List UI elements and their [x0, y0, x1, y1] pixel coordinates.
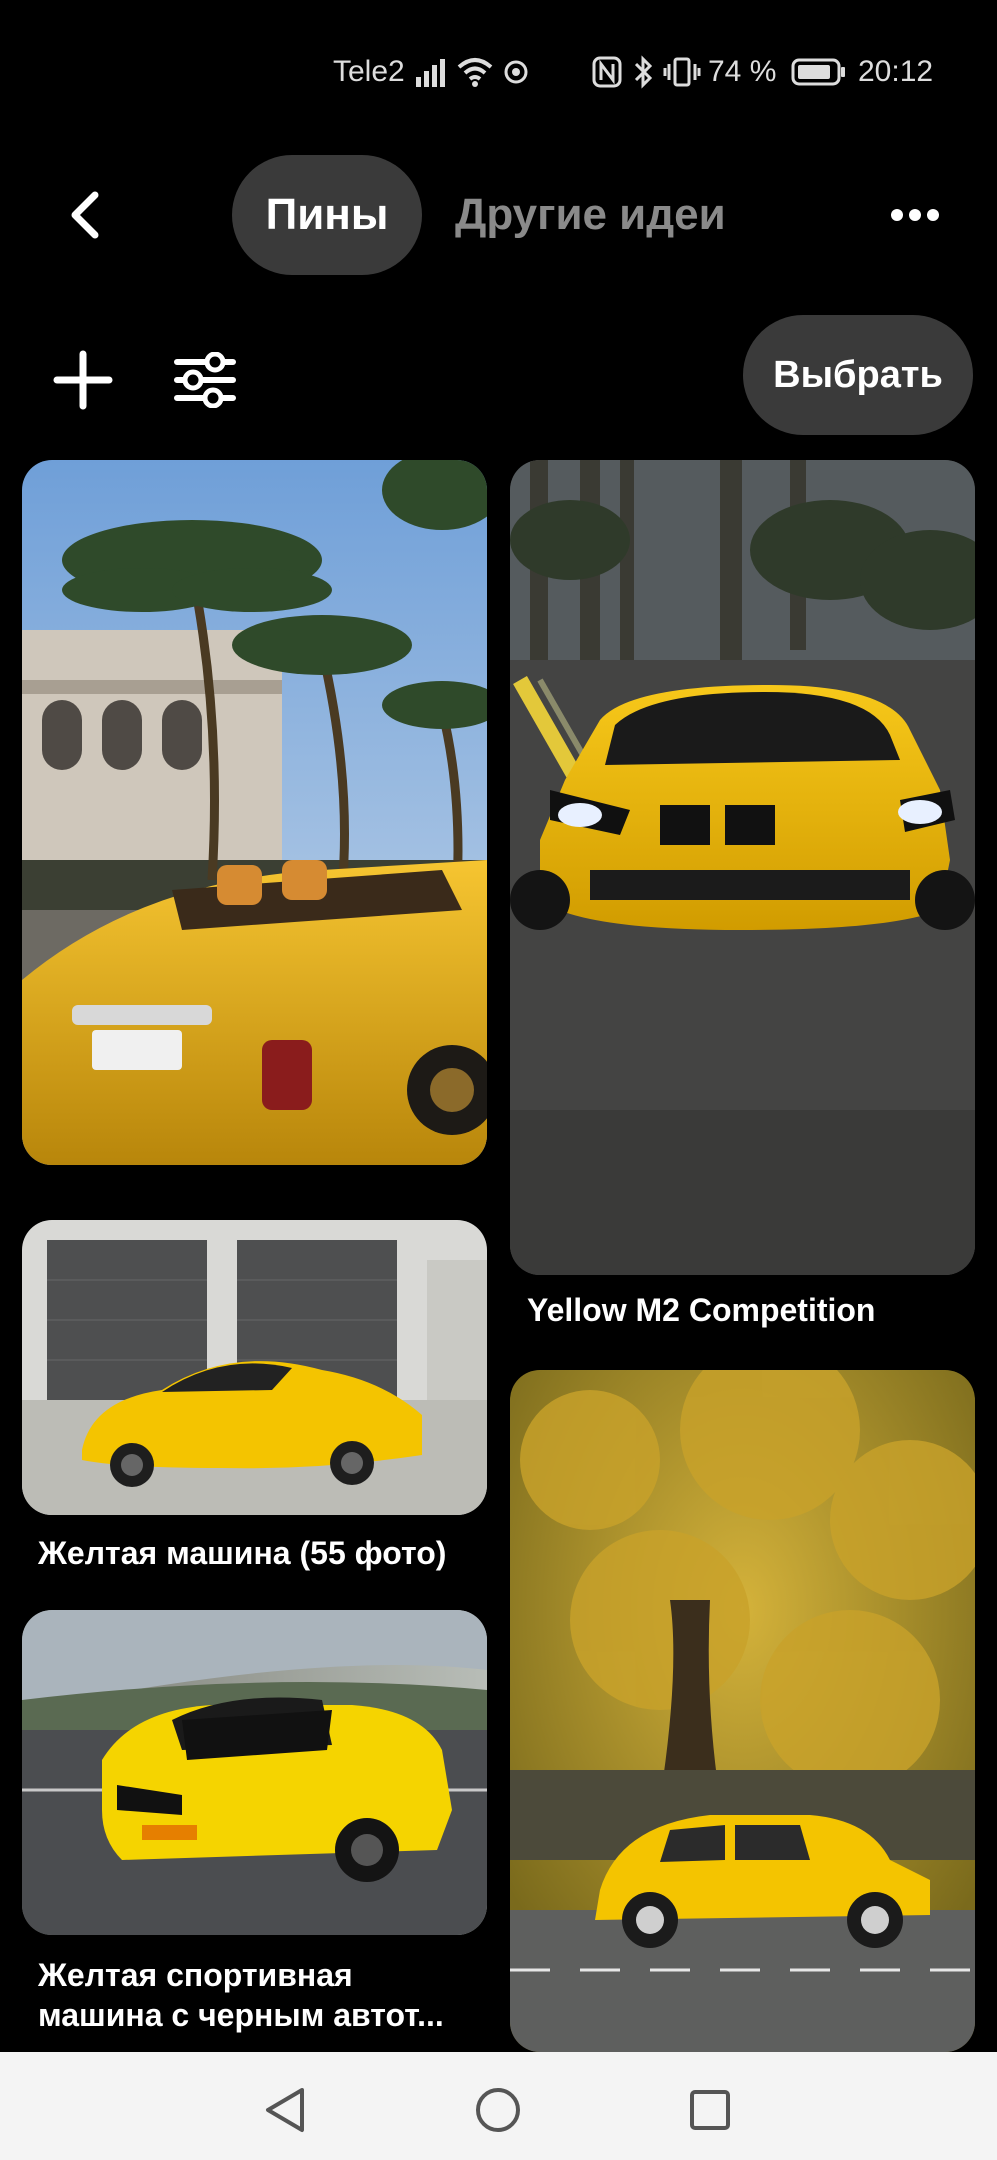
vibration-icon — [662, 52, 702, 92]
carrier-label: Tele2 — [333, 55, 405, 88]
plus-icon — [53, 350, 113, 410]
select-button[interactable]: Выбрать — [743, 315, 973, 435]
battery-percent: 74 % — [708, 55, 777, 88]
tab-pins[interactable]: Пины — [232, 155, 422, 275]
battery-icon — [790, 52, 848, 92]
pin-title: Желтая спортивная машина с черным автот.… — [38, 1957, 444, 2033]
nav-back-button[interactable] — [255, 2080, 315, 2140]
sliders-icon — [174, 352, 236, 408]
filter-button[interactable] — [170, 345, 240, 415]
pin-title: Yellow M2 Competition — [527, 1292, 876, 1328]
pin-card[interactable] — [22, 1610, 487, 1935]
clock: 20:12 — [858, 55, 934, 88]
pin-image-ferrari — [22, 1220, 487, 1515]
recents-square-icon — [690, 2090, 730, 2130]
back-triangle-icon — [266, 2088, 304, 2132]
add-button[interactable] — [48, 345, 118, 415]
pin-image-bmw-m2 — [510, 460, 975, 1275]
pin-image-beetle — [510, 1370, 975, 2052]
nav-recents-button[interactable] — [680, 2080, 740, 2140]
more-button[interactable] — [880, 190, 950, 240]
pin-title: Желтая машина (55 фото) — [38, 1535, 447, 1571]
home-circle-icon — [476, 2088, 520, 2132]
pin-image-rolls-royce — [22, 460, 487, 1165]
bluetooth-icon — [628, 52, 658, 92]
vibrate-icon — [498, 52, 534, 92]
nfc-icon — [590, 52, 624, 92]
chevron-left-icon — [71, 191, 99, 239]
back-button[interactable] — [55, 185, 115, 245]
pin-card[interactable] — [510, 460, 975, 1275]
pin-card[interactable] — [22, 460, 487, 1165]
pin-card[interactable] — [510, 1370, 975, 2052]
more-horizontal-icon — [891, 209, 939, 221]
pin-card[interactable] — [22, 1220, 487, 1515]
tab-other-ideas[interactable]: Другие идеи — [455, 190, 726, 240]
nav-home-button[interactable] — [468, 2080, 528, 2140]
wifi-icon — [455, 52, 495, 92]
signal-icon — [413, 52, 449, 92]
pin-image-camaro — [22, 1610, 487, 1935]
